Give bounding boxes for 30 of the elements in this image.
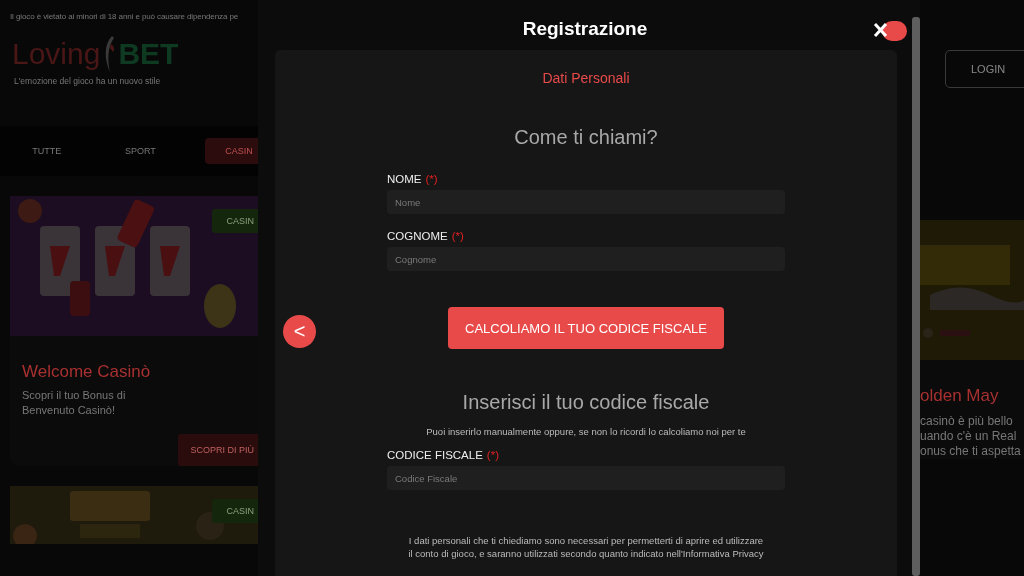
- category-tab[interactable]: SPORT: [93, 138, 188, 164]
- category-tag: CASIN: [212, 209, 258, 233]
- input-field[interactable]: Codice Fiscale: [387, 466, 785, 490]
- card-text: onus che ti aspetta: [920, 444, 1022, 459]
- card-text: uando c'è un Real: [920, 429, 1018, 444]
- login-button[interactable]: LOGIN: [945, 50, 1024, 88]
- privacy-note: I dati personali che ti chiediamo sono necessari per permetterti di aprire ed utilizzare il conto di gioco, e saranno utilizzati secondo quanto indicato nell'Informativa Privacy: [407, 534, 765, 560]
- close-icon[interactable]: [872, 20, 908, 42]
- card-title: Welcome Casinò: [21, 361, 152, 382]
- calculate-button[interactable]: CALCOLIAMO IL TUO CODICE FISCALE: [448, 307, 724, 349]
- hint-text: Puoi inserirlo manualmente oppure, se non lo ricordi lo calcoliamo noi per te: [426, 426, 746, 437]
- field-label: COGNOME (*): [387, 230, 465, 242]
- category-tab[interactable]: CASIN: [205, 138, 258, 164]
- card-text: casinò è più bello: [920, 414, 1014, 429]
- scrollbar[interactable]: [912, 17, 920, 576]
- dialog-title: Registrazione: [522, 18, 648, 40]
- tagline: L'emozione del gioco ha un nuovo stile: [13, 75, 162, 86]
- category-tab[interactable]: TUTTE: [0, 138, 94, 164]
- field-label: CODICE FISCALE (*): [387, 449, 500, 461]
- section-heading: Come ti chiami?: [514, 126, 658, 149]
- input-field[interactable]: Cognome: [387, 247, 785, 271]
- input-field[interactable]: Nome: [387, 190, 785, 214]
- more-button[interactable]: SCOPRI DI PIÙ: [178, 434, 258, 466]
- logo-text: Loving: [12, 37, 101, 71]
- step-title: Dati Personali: [542, 70, 630, 86]
- category-tag: CASIN: [212, 499, 258, 523]
- field-label: NOME (*): [387, 173, 439, 185]
- card-text: Scopri il tuo Bonus di Benvenuto Casinò!: [21, 388, 127, 418]
- section-heading: Inserisci il tuo codice fiscale: [462, 391, 710, 414]
- card-title: olden May: [920, 385, 1000, 406]
